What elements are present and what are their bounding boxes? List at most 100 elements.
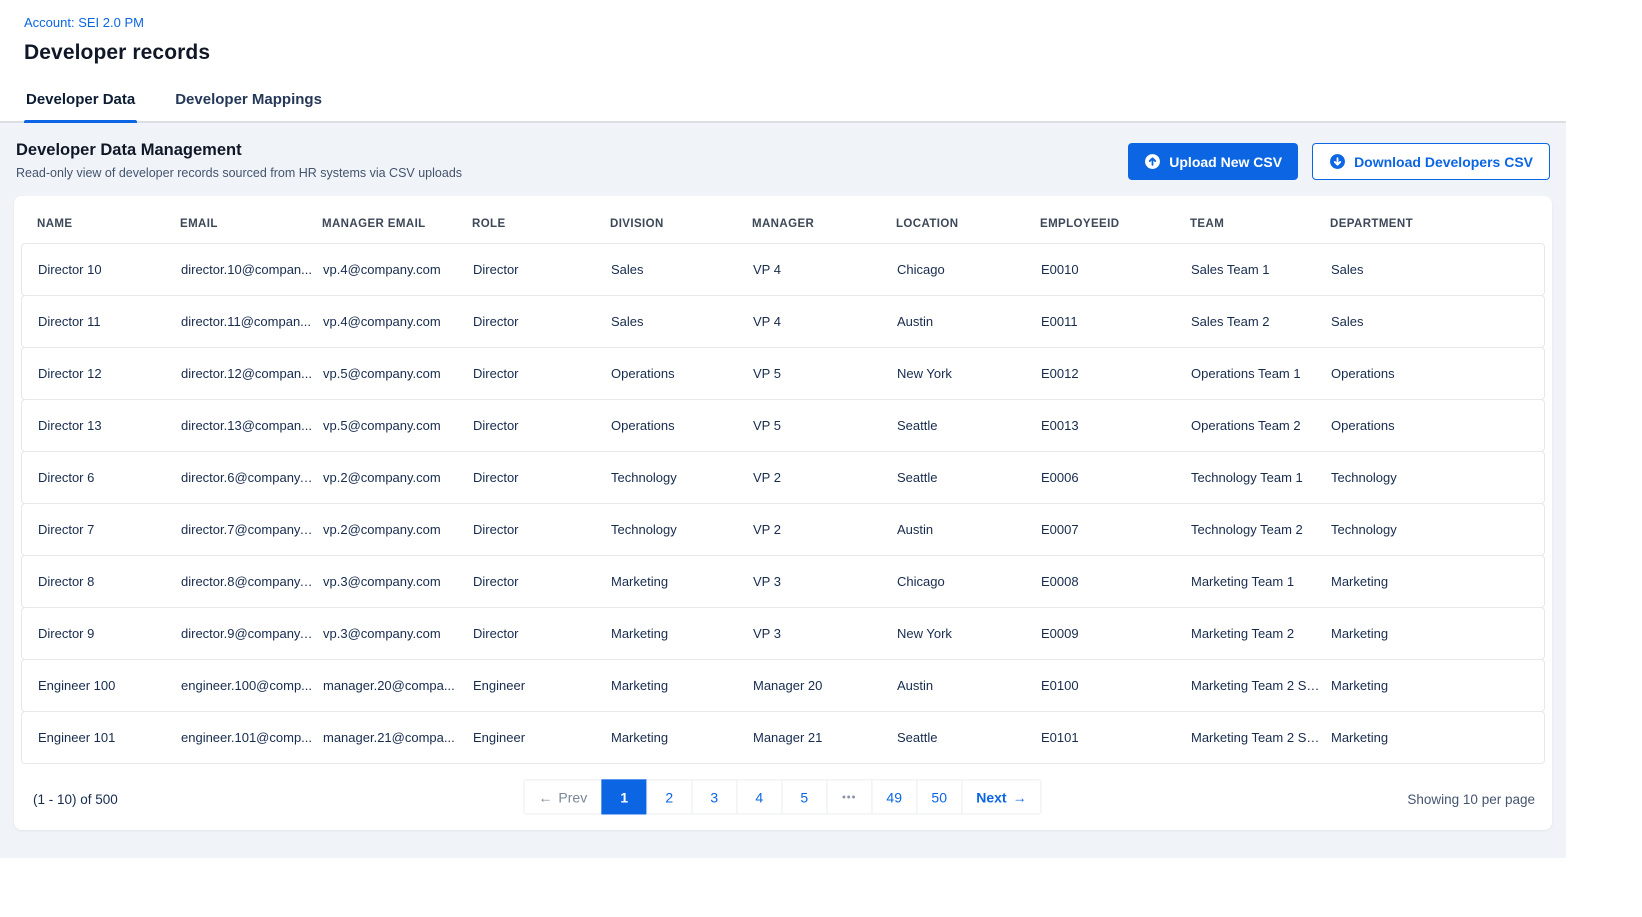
section-subtitle: Read-only view of developer records sour… [16,166,462,180]
page-button-2[interactable]: 2 [646,779,692,814]
table-cell: vp.4@company.com [323,314,473,329]
table-cell: Chicago [897,262,1041,277]
table-cell: Seattle [897,418,1041,433]
download-csv-label: Download Developers CSV [1354,154,1533,170]
app-container: Account: SEI 2.0 PM Developer records De… [0,0,1566,858]
table-cell: VP 5 [753,418,897,433]
page-button-3[interactable]: 3 [691,779,737,814]
table-cell: E0008 [1041,574,1191,589]
table-body: Director 10director.10@compan...vp.4@com… [21,243,1545,764]
prev-button[interactable]: ←Prev [523,779,602,814]
section-actions: Upload New CSV Download Developers CSV [1128,143,1550,180]
table-cell: Austin [897,522,1041,537]
table-cell: Director [473,314,611,329]
table-cell: Director 13 [38,418,181,433]
section-header-text: Developer Data Management Read-only view… [16,141,462,180]
table-cell: director.8@company.... [181,574,323,589]
page-button-50[interactable]: 50 [916,779,962,814]
page-button-5[interactable]: 5 [781,779,827,814]
column-header-email: EMAIL [180,218,322,230]
table-cell: Director 12 [38,366,181,381]
tab-developer-data[interactable]: Developer Data [24,85,137,121]
table-cell: Marketing Team 1 [1191,574,1331,589]
column-header-employeeid: EMPLOYEEID [1040,218,1190,230]
table-cell: Operations [1331,418,1528,433]
table-cell: Marketing [611,574,753,589]
table-cell: VP 2 [753,522,897,537]
table-row: Director 11director.11@compan...vp.4@com… [21,295,1545,348]
page-header: Account: SEI 2.0 PM Developer records [0,0,1566,65]
table-row: Director 12director.12@compan...vp.5@com… [21,347,1545,400]
table-cell: vp.3@company.com [323,626,473,641]
table-cell: New York [897,366,1041,381]
pagination: ←Prev12345•••4950Next→ [524,779,1041,814]
table-cell: VP 3 [753,574,897,589]
section-header: Developer Data Management Read-only view… [14,141,1552,180]
table-cell: Seattle [897,470,1041,485]
arrow-left-icon: ← [538,789,552,805]
page-button-1[interactable]: 1 [601,779,647,814]
table-row: Engineer 100engineer.100@comp...manager.… [21,659,1545,712]
download-icon [1329,153,1346,170]
table-cell: Marketing [1331,626,1528,641]
table-cell: director.9@company.... [181,626,323,641]
table-cell: Technology [611,470,753,485]
table-cell: vp.4@company.com [323,262,473,277]
table-card: NAMEEMAILMANAGER EMAILROLEDIVISIONMANAGE… [14,196,1552,830]
table-cell: Sales [611,314,753,329]
table-cell: Marketing [611,678,753,693]
pagination-ellipsis: ••• [826,779,872,814]
page-button-4[interactable]: 4 [736,779,782,814]
column-header-division: DIVISION [610,218,752,230]
table-row: Engineer 101engineer.101@comp...manager.… [21,711,1545,764]
next-label: Next [976,789,1006,805]
upload-csv-label: Upload New CSV [1169,154,1282,170]
table-cell: Engineer 100 [38,678,181,693]
table-cell: Sales Team 1 [1191,262,1331,277]
table-cell: Director 10 [38,262,181,277]
table-cell: Engineer [473,730,611,745]
table-cell: vp.3@company.com [323,574,473,589]
table-cell: Operations [1331,366,1528,381]
table-cell: Marketing [1331,730,1528,745]
table-cell: Marketing Team 2 [1191,626,1331,641]
table-cell: director.10@compan... [181,262,323,277]
table-cell: Technology [611,522,753,537]
table-cell: E0101 [1041,730,1191,745]
per-page-label: Showing 10 per page [1407,792,1535,807]
table-cell: Operations Team 1 [1191,366,1331,381]
table-cell: Technology Team 2 [1191,522,1331,537]
account-link[interactable]: Account: SEI 2.0 PM [24,15,144,30]
download-csv-button[interactable]: Download Developers CSV [1312,143,1550,180]
table-row: Director 7director.7@company....vp.2@com… [21,503,1545,556]
table-cell: New York [897,626,1041,641]
table-cell: vp.5@company.com [323,366,473,381]
table-cell: VP 4 [753,262,897,277]
table-cell: engineer.100@comp... [181,678,323,693]
developer-data-section: Developer Data Management Read-only view… [0,123,1566,858]
table-cell: Operations [611,418,753,433]
table-cell: vp.2@company.com [323,522,473,537]
table-cell: Sales [1331,314,1528,329]
table-cell: VP 4 [753,314,897,329]
table-cell: director.13@compan... [181,418,323,433]
table-cell: Marketing Team 2 Su... [1191,730,1331,745]
table-cell: E0013 [1041,418,1191,433]
table-cell: Technology [1331,470,1528,485]
table-cell: Chicago [897,574,1041,589]
table-cell: director.6@company.... [181,470,323,485]
table-cell: engineer.101@comp... [181,730,323,745]
table-cell: Director 6 [38,470,181,485]
table-cell: Director [473,470,611,485]
table-footer: (1 - 10) of 500 ←Prev12345•••4950Next→ S… [21,764,1545,820]
upload-csv-button[interactable]: Upload New CSV [1128,143,1298,180]
next-button[interactable]: Next→ [961,779,1041,814]
table-cell: Director [473,574,611,589]
table-cell: Director 7 [38,522,181,537]
page-button-49[interactable]: 49 [871,779,917,814]
tab-developer-mappings[interactable]: Developer Mappings [173,85,324,121]
tab-bar: Developer Data Developer Mappings [0,85,1566,123]
column-header-location: LOCATION [896,218,1040,230]
table-cell: vp.2@company.com [323,470,473,485]
table-cell: Marketing [1331,574,1528,589]
